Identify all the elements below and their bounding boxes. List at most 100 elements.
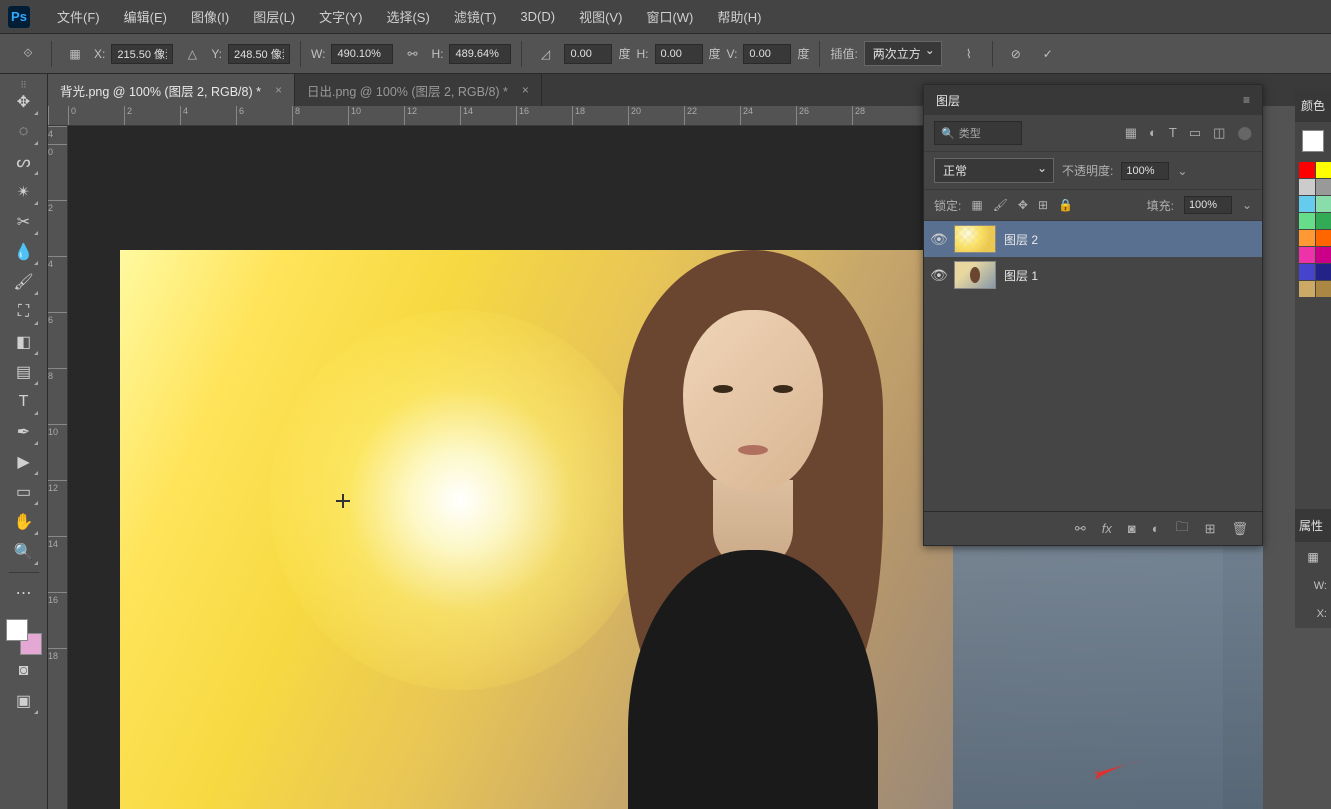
swatch-color[interactable] bbox=[1299, 281, 1315, 297]
layer-name[interactable]: 图层 2 bbox=[1004, 231, 1038, 248]
cancel-icon[interactable]: ⊘ bbox=[1003, 41, 1029, 67]
fill-dropdown-icon[interactable]: ⌄ bbox=[1242, 198, 1252, 212]
hand-tool[interactable]: ✋ bbox=[9, 508, 39, 536]
stamp-tool[interactable]: ⛶ bbox=[9, 298, 39, 326]
screen-mode-icon[interactable]: ▣ bbox=[9, 687, 39, 715]
skew-v-input[interactable] bbox=[743, 44, 791, 64]
visibility-icon[interactable]: 👁 bbox=[930, 267, 946, 284]
menu-edit[interactable]: 编辑(E) bbox=[112, 0, 179, 34]
opacity-input[interactable] bbox=[1121, 162, 1169, 180]
menu-window[interactable]: 窗口(W) bbox=[634, 0, 705, 34]
y-input[interactable] bbox=[228, 44, 290, 64]
filter-smart-icon[interactable]: ◫ bbox=[1213, 125, 1225, 141]
visibility-icon[interactable]: 👁 bbox=[930, 231, 946, 248]
filter-type-icon[interactable]: T bbox=[1169, 125, 1177, 141]
swatch-color[interactable] bbox=[1299, 162, 1315, 178]
document-tab-active[interactable]: 背光.png @ 100% (图层 2, RGB/8) * × bbox=[48, 74, 295, 106]
swatch-color[interactable] bbox=[1299, 247, 1315, 263]
delete-icon[interactable]: 🗑 bbox=[1231, 521, 1248, 537]
swatch-color[interactable] bbox=[1316, 196, 1331, 212]
w-input[interactable] bbox=[331, 44, 393, 64]
zoom-tool[interactable]: 🔍 bbox=[9, 538, 39, 566]
blend-mode-select[interactable]: 正常 bbox=[934, 158, 1054, 183]
delta-icon[interactable]: △ bbox=[179, 41, 205, 67]
warp-icon[interactable]: ⌇ bbox=[956, 41, 982, 67]
link-layers-icon[interactable]: ⚯ bbox=[1075, 521, 1086, 537]
filter-pixel-icon[interactable]: ▦ bbox=[1125, 125, 1137, 141]
color-current-swatch[interactable] bbox=[1302, 130, 1324, 152]
swatch-color[interactable] bbox=[1316, 230, 1331, 246]
fill-input[interactable] bbox=[1184, 196, 1232, 214]
swatch-color[interactable] bbox=[1316, 281, 1331, 297]
link-icon[interactable]: ⚯ bbox=[399, 41, 425, 67]
vertical-ruler[interactable]: 4 0 2 4 6 8 10 12 14 16 18 bbox=[48, 126, 68, 809]
menu-type[interactable]: 文字(Y) bbox=[307, 0, 374, 34]
filter-adjust-icon[interactable]: ◐ bbox=[1149, 125, 1157, 141]
menu-filter[interactable]: 滤镜(T) bbox=[442, 0, 509, 34]
close-icon[interactable]: × bbox=[275, 83, 282, 97]
layer-thumbnail[interactable] bbox=[954, 225, 996, 253]
type-tool[interactable]: T bbox=[9, 388, 39, 416]
swatch-color[interactable] bbox=[1316, 162, 1331, 178]
close-icon[interactable]: × bbox=[522, 83, 529, 97]
pen-tool[interactable]: ✒ bbox=[9, 418, 39, 446]
edit-toolbar-icon[interactable]: ⋯ bbox=[9, 579, 39, 607]
interpolation-select[interactable]: 两次立方 bbox=[864, 41, 942, 66]
foreground-swatch[interactable] bbox=[6, 619, 28, 641]
swatch-color[interactable] bbox=[1316, 264, 1331, 280]
layer-item[interactable]: 👁 图层 1 bbox=[924, 257, 1262, 293]
layer-thumbnail[interactable] bbox=[954, 261, 996, 289]
layer-name[interactable]: 图层 1 bbox=[1004, 267, 1038, 284]
lock-all-icon[interactable]: 🔒 bbox=[1058, 198, 1073, 212]
skew-h-input[interactable] bbox=[655, 44, 703, 64]
swatch-color[interactable] bbox=[1299, 213, 1315, 229]
transform-tool-icon[interactable]: ⟐ bbox=[15, 41, 41, 67]
crop-tool[interactable]: ✂ bbox=[9, 208, 39, 236]
reference-point-icon[interactable]: ▦ bbox=[62, 41, 88, 67]
color-swatch-area[interactable] bbox=[6, 619, 42, 655]
commit-icon[interactable]: ✓ bbox=[1035, 41, 1061, 67]
filter-shape-icon[interactable]: ▭ bbox=[1189, 125, 1201, 141]
rectangle-tool[interactable]: ▭ bbox=[9, 478, 39, 506]
fx-icon[interactable]: fx bbox=[1102, 521, 1112, 536]
swatch-color[interactable] bbox=[1299, 179, 1315, 195]
swatch-color[interactable] bbox=[1299, 196, 1315, 212]
menu-view[interactable]: 视图(V) bbox=[567, 0, 634, 34]
swatch-color[interactable] bbox=[1316, 179, 1331, 195]
lock-transparency-icon[interactable]: ▦ bbox=[971, 198, 982, 212]
magic-wand-tool[interactable]: ✴ bbox=[9, 178, 39, 206]
angle-input[interactable] bbox=[564, 44, 612, 64]
lasso-tool[interactable]: ᔕ bbox=[9, 148, 39, 176]
path-select-tool[interactable]: ▶ bbox=[9, 448, 39, 476]
adjustment-icon[interactable]: ◐ bbox=[1152, 521, 1160, 536]
document-tab-inactive[interactable]: 日出.png @ 100% (图层 2, RGB/8) * × bbox=[295, 74, 542, 106]
menu-3d[interactable]: 3D(D) bbox=[508, 0, 567, 34]
layer-item-selected[interactable]: 👁 图层 2 bbox=[924, 221, 1262, 257]
swatch-color[interactable] bbox=[1299, 230, 1315, 246]
swatch-color[interactable] bbox=[1316, 247, 1331, 263]
h-input[interactable] bbox=[449, 44, 511, 64]
marquee-tool[interactable]: ◌ bbox=[9, 118, 39, 146]
eyedropper-tool[interactable]: 💧 bbox=[9, 238, 39, 266]
menu-layer[interactable]: 图层(L) bbox=[241, 0, 307, 34]
menu-help[interactable]: 帮助(H) bbox=[705, 0, 773, 34]
brush-tool[interactable]: 🖌 bbox=[9, 268, 39, 296]
menu-image[interactable]: 图像(I) bbox=[179, 0, 241, 34]
eraser-tool[interactable]: ◧ bbox=[9, 328, 39, 356]
lock-image-icon[interactable]: 🖌 bbox=[993, 198, 1008, 212]
move-tool[interactable]: ✥ bbox=[9, 88, 39, 116]
group-icon[interactable]: 🗀 bbox=[1176, 518, 1189, 540]
gradient-tool[interactable]: ▤ bbox=[9, 358, 39, 386]
swatch-color[interactable] bbox=[1299, 264, 1315, 280]
layer-filter-select[interactable]: 🔍 类型 bbox=[934, 121, 1022, 145]
properties-panel-tab[interactable]: 属性 bbox=[1295, 509, 1331, 542]
layers-tab[interactable]: 图层 bbox=[936, 92, 960, 109]
quick-mask-icon[interactable]: ◙ bbox=[9, 657, 39, 685]
lock-position-icon[interactable]: ✥ bbox=[1018, 198, 1028, 212]
x-input[interactable] bbox=[111, 44, 173, 64]
toolbar-grip[interactable]: ⠿ bbox=[20, 80, 27, 86]
opacity-dropdown-icon[interactable]: ⌄ bbox=[1177, 164, 1187, 178]
mask-icon[interactable]: ◙ bbox=[1128, 521, 1136, 536]
new-layer-icon[interactable]: ⊞ bbox=[1205, 521, 1216, 537]
lock-artboard-icon[interactable]: ⊞ bbox=[1038, 198, 1048, 212]
